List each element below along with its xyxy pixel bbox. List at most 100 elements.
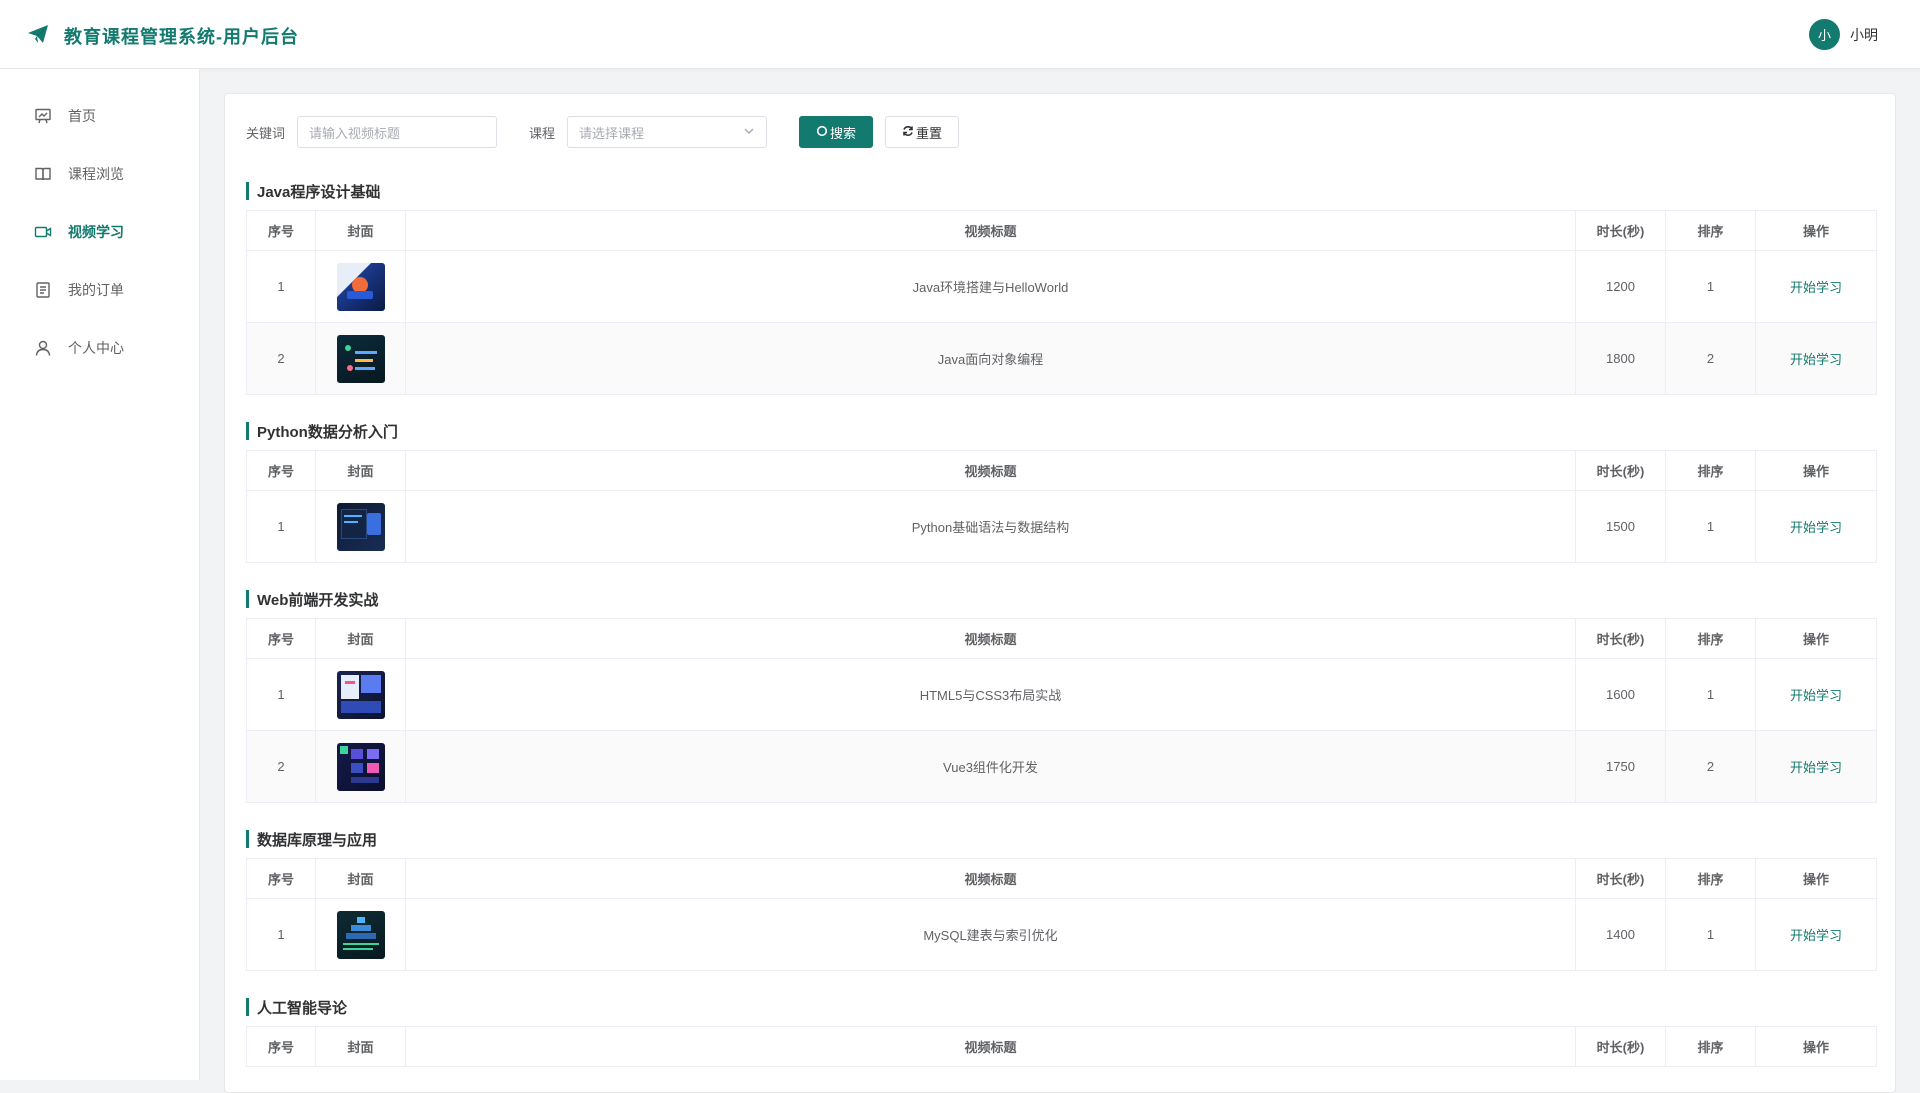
row-index: 2 [246, 322, 316, 395]
row-title: Vue3组件化开发 [405, 730, 1576, 803]
cover-cell [315, 322, 406, 395]
row-index: 1 [246, 250, 316, 323]
sidebar-item-orders[interactable]: 我的订单 [0, 261, 199, 319]
video-table: 序号 封面 视频标题 时长(秒) 排序 操作 1 HTML5与CSS3布局实战 … [246, 618, 1877, 803]
main-panel: 关键词 请输入视频标题 课程 请选择课程 搜索 重置 Java程序设计基础 序号… [224, 93, 1896, 1093]
header-order: 排序 [1665, 618, 1756, 659]
logo[interactable]: 教育课程管理系统-用户后台 [26, 22, 299, 49]
header-title: 视频标题 [405, 210, 1576, 251]
video-icon [34, 223, 52, 241]
reset-button-label: 重置 [916, 125, 943, 141]
sidebar: 首页 课程浏览 视频学习 我的订单 个人中心 [0, 69, 200, 1080]
sidebar-item-home[interactable]: 首页 [0, 87, 199, 145]
header-cover: 封面 [315, 450, 406, 491]
row-order: 1 [1665, 658, 1756, 731]
cover-image[interactable] [336, 742, 385, 791]
sidebar-item-label: 视频学习 [68, 224, 124, 240]
header-title: 视频标题 [405, 450, 1576, 491]
table-row: 2 Java面向对象编程 1800 2 开始学习 [246, 322, 1877, 395]
row-title: MySQL建表与索引优化 [405, 898, 1576, 971]
section-accent-bar [246, 182, 249, 200]
header-action: 操作 [1755, 450, 1877, 491]
sidebar-item-courses[interactable]: 课程浏览 [0, 145, 199, 203]
start-learning-link[interactable]: 开始学习 [1790, 688, 1842, 703]
header-order: 排序 [1665, 1026, 1756, 1067]
course-placeholder: 请选择课程 [579, 125, 645, 141]
start-learning-link[interactable]: 开始学习 [1790, 352, 1842, 367]
row-action-cell: 开始学习 [1755, 490, 1877, 563]
row-action-cell: 开始学习 [1755, 658, 1877, 731]
row-order: 1 [1665, 250, 1756, 323]
sidebar-item-videos[interactable]: 视频学习 [0, 203, 199, 261]
video-table: 序号 封面 视频标题 时长(秒) 排序 操作 1 MySQL建表与索引优化 14… [246, 858, 1877, 971]
header-cover: 封面 [315, 210, 406, 251]
header-action: 操作 [1755, 210, 1877, 251]
cover-cell [315, 250, 406, 323]
row-duration: 1400 [1575, 898, 1666, 971]
row-order: 2 [1665, 322, 1756, 395]
header-order: 排序 [1665, 450, 1756, 491]
row-index: 1 [246, 658, 316, 731]
start-learning-link[interactable]: 开始学习 [1790, 280, 1842, 295]
row-title: Java面向对象编程 [405, 322, 1576, 395]
table-row: 2 Vue3组件化开发 1750 2 开始学习 [246, 730, 1877, 803]
user-menu[interactable]: 小 小明 [1809, 19, 1878, 50]
header-cover: 封面 [315, 1026, 406, 1067]
table-header-row: 序号 封面 视频标题 时长(秒) 排序 操作 [246, 450, 1877, 491]
row-title: Python基础语法与数据结构 [405, 490, 1576, 563]
video-table: 序号 封面 视频标题 时长(秒) 排序 操作 1 Python基础语法与数据结构… [246, 450, 1877, 563]
sidebar-item-label: 我的订单 [68, 282, 124, 298]
header-index: 序号 [246, 618, 316, 659]
user-icon [34, 339, 52, 357]
course-label: 课程 [529, 125, 556, 141]
header-index: 序号 [246, 450, 316, 491]
section-title: 人工智能导论 [246, 997, 1875, 1017]
video-table: 序号 封面 视频标题 时长(秒) 排序 操作 1 Java环境搭建与HelloW… [246, 210, 1877, 395]
section-title: Web前端开发实战 [246, 589, 1875, 609]
paper-plane-icon [26, 22, 50, 49]
header-cover: 封面 [315, 858, 406, 899]
section-title: 数据库原理与应用 [246, 829, 1875, 849]
cover-cell [315, 898, 406, 971]
sidebar-item-label: 首页 [68, 108, 96, 124]
filter-bar: 关键词 请输入视频标题 课程 请选择课程 搜索 重置 [246, 116, 1875, 148]
table-header-row: 序号 封面 视频标题 时长(秒) 排序 操作 [246, 1026, 1877, 1067]
chevron-down-icon [743, 125, 755, 140]
cover-cell [315, 658, 406, 731]
start-learning-link[interactable]: 开始学习 [1790, 928, 1842, 943]
user-name[interactable]: 小明 [1850, 25, 1878, 45]
book-icon [34, 165, 52, 183]
row-duration: 1500 [1575, 490, 1666, 563]
reset-button[interactable]: 重置 [885, 116, 960, 148]
cover-image[interactable] [336, 262, 385, 311]
row-duration: 1600 [1575, 658, 1666, 731]
cover-image[interactable] [336, 910, 385, 959]
header-action: 操作 [1755, 618, 1877, 659]
sidebar-item-label: 课程浏览 [68, 166, 124, 182]
search-button[interactable]: 搜索 [799, 116, 874, 148]
header-duration: 时长(秒) [1575, 450, 1666, 491]
row-order: 1 [1665, 898, 1756, 971]
cover-image[interactable] [336, 502, 385, 551]
row-duration: 1750 [1575, 730, 1666, 803]
keyword-input[interactable]: 请输入视频标题 [297, 116, 498, 148]
start-learning-link[interactable]: 开始学习 [1790, 520, 1842, 535]
sidebar-item-label: 个人中心 [68, 340, 124, 356]
cover-image[interactable] [336, 334, 385, 383]
cover-image[interactable] [336, 670, 385, 719]
header-index: 序号 [246, 858, 316, 899]
avatar[interactable]: 小 [1809, 19, 1840, 50]
header-duration: 时长(秒) [1575, 1026, 1666, 1067]
start-learning-link[interactable]: 开始学习 [1790, 760, 1842, 775]
cover-cell [315, 490, 406, 563]
header-index: 序号 [246, 1026, 316, 1067]
row-order: 2 [1665, 730, 1756, 803]
table-header-row: 序号 封面 视频标题 时长(秒) 排序 操作 [246, 618, 1877, 659]
section-accent-bar [246, 422, 249, 440]
header-order: 排序 [1665, 858, 1756, 899]
search-icon [816, 125, 830, 140]
course-select[interactable]: 请选择课程 [567, 116, 768, 148]
sidebar-item-profile[interactable]: 个人中心 [0, 319, 199, 377]
section-title-text: Python数据分析入门 [257, 423, 398, 441]
table-row: 1 MySQL建表与索引优化 1400 1 开始学习 [246, 898, 1877, 971]
